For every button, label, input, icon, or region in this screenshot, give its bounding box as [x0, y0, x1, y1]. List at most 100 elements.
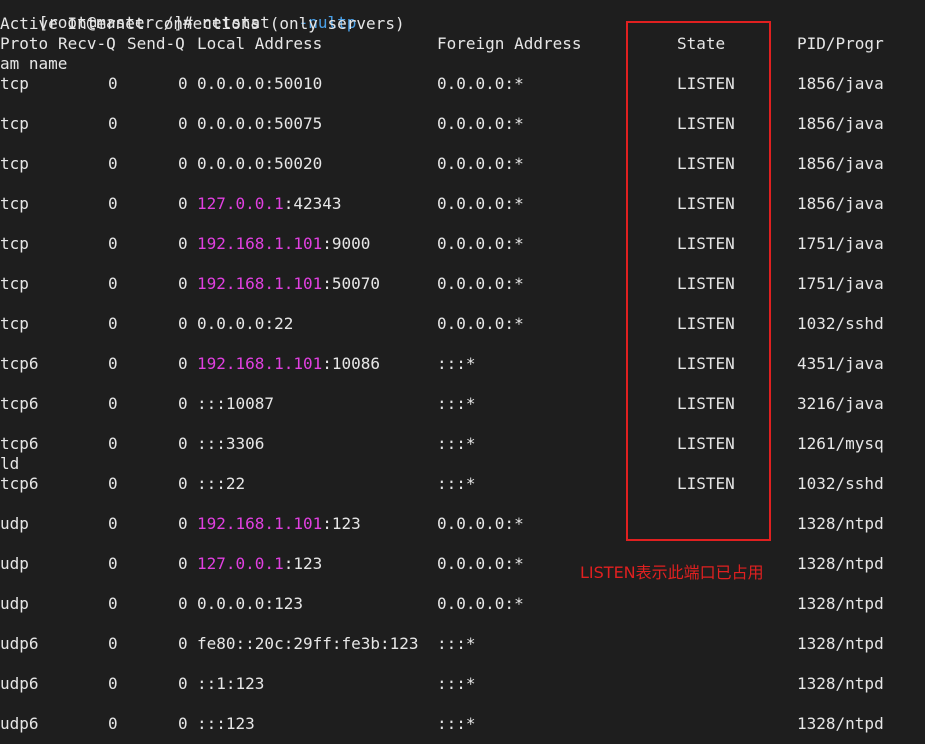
row-proto: tcp — [0, 114, 29, 133]
row-pid-program: 1751/java — [797, 274, 884, 293]
table-row: tcp6 0 0:::22:::* LISTEN 1032/sshd — [0, 474, 925, 494]
row-local-port: :123 — [322, 514, 361, 533]
row-sendq: 0 — [178, 514, 188, 533]
row-sendq: 0 — [178, 594, 188, 613]
row-proto: tcp6 — [0, 474, 39, 493]
row-sendq: 0 — [178, 274, 188, 293]
row-sendq: 0 — [178, 434, 188, 453]
header-proto: Proto — [0, 34, 49, 53]
row-foreign-address: :::* — [437, 354, 476, 373]
row-recvq: 0 — [108, 154, 118, 173]
row-proto: udp6 — [0, 674, 39, 693]
row-local-port: :22 — [264, 314, 294, 333]
row-foreign-address: 0.0.0.0:* — [437, 194, 524, 213]
row-foreign-address: :::* — [437, 634, 476, 653]
header-pid-program: PID/Progr — [797, 34, 884, 53]
row-recvq: 0 — [108, 674, 118, 693]
table-row: tcp 0 0 0.0.0.0:50020 0.0.0.0:* LISTEN 1856/ja… — [0, 154, 925, 174]
row-foreign-address: 0.0.0.0:* — [437, 314, 524, 333]
row-pid-program: 1328/ntpd — [797, 514, 884, 533]
listen-annotation: LISTEN表示此端口已占用 — [580, 563, 764, 582]
row-foreign-address: :::* — [437, 474, 476, 493]
row-recvq: 0 — [108, 114, 118, 133]
row-local-ip: 0.0.0.0 — [197, 74, 265, 93]
row-foreign-address: 0.0.0.0:* — [437, 594, 524, 613]
header-foreign-address: Foreign Address — [437, 34, 582, 53]
row-local-address: :::123 — [197, 714, 255, 734]
row-pid-program: 1328/ntpd — [797, 714, 884, 733]
row-local-port: fe80::20c:29ff:fe3b:123 — [197, 634, 419, 653]
row-pid-program: 3216/java — [797, 394, 884, 413]
row-local-port: :10086 — [322, 354, 381, 373]
row-local-address: 0.0.0.0:50010 — [197, 74, 322, 94]
row-pid-program-wrap: ld — [0, 454, 20, 473]
row-local-port: ::1:123 — [197, 674, 265, 693]
row-pid-program: 1261/mysq — [797, 434, 884, 453]
row-proto: tcp — [0, 234, 29, 253]
table-row: tcp 0 0 0.0.0.0:50010 0.0.0.0:* LISTEN 1856/ja… — [0, 74, 925, 94]
row-pid-program: 1328/ntpd — [797, 594, 884, 613]
table-row: tcp6 0 0 192.168.1.101:10086:::* LISTEN 4351/… — [0, 354, 925, 374]
row-sendq: 0 — [178, 634, 188, 653]
row-local-port: :50070 — [322, 274, 381, 293]
row-foreign-address: 0.0.0.0:* — [437, 74, 524, 93]
row-recvq: 0 — [108, 514, 118, 533]
table-header: Proto Recv-Q Send-Q Local Address Foreig… — [0, 34, 925, 54]
row-local-address: :::22 — [197, 474, 245, 494]
row-foreign-address: 0.0.0.0:* — [437, 234, 524, 253]
row-local-address: 0.0.0.0:50020 — [197, 154, 322, 174]
row-sendq: 0 — [178, 114, 188, 133]
row-local-address: :::3306 — [197, 434, 264, 454]
netstat-title: Active Internet connections (only server… — [0, 14, 405, 33]
row-foreign-address: 0.0.0.0:* — [437, 154, 524, 173]
row-recvq: 0 — [108, 274, 118, 293]
command-prompt-line: [root@master /]# netstat -nultp — [0, 0, 357, 32]
row-local-ip: 0.0.0.0 — [197, 314, 265, 333]
row-pid-program: 1328/ntpd — [797, 674, 884, 693]
row-proto: tcp — [0, 194, 29, 213]
row-foreign-address: :::* — [437, 714, 476, 733]
row-local-port: :50075 — [264, 114, 323, 133]
row-proto: tcp — [0, 154, 29, 173]
row-local-address: 127.0.0.1:42343 — [197, 194, 342, 214]
row-local-port: :::3306 — [197, 434, 265, 453]
row-recvq: 0 — [108, 194, 118, 213]
row-sendq: 0 — [178, 154, 188, 173]
row-local-port: :::123 — [197, 714, 255, 733]
row-local-ip: 0.0.0.0 — [197, 594, 265, 613]
row-local-address: 0.0.0.0:50075 — [197, 114, 322, 134]
row-recvq: 0 — [108, 354, 118, 373]
row-pid-program: 1856/java — [797, 194, 884, 213]
header-local-address: Local Address — [197, 34, 323, 53]
row-local-ip: 192.168.1.101 — [197, 354, 323, 373]
table-row: udp6 0 0 fe80::20c:29ff:fe3b:123:::* 1328/nt… — [0, 634, 925, 654]
row-local-ip: 192.168.1.101 — [197, 514, 323, 533]
row-local-ip: 192.168.1.101 — [197, 274, 323, 293]
row-proto: udp — [0, 514, 29, 533]
terminal-window[interactable]: [root@master /]# netstat -nultp Active I… — [0, 0, 925, 744]
row-local-address: 0.0.0.0:123 — [197, 594, 303, 614]
state-column-highlight-box — [626, 21, 771, 541]
row-pid-program: 4351/java — [797, 354, 884, 373]
row-local-address: 127.0.0.1:123 — [197, 554, 322, 574]
row-local-port: :42343 — [283, 194, 342, 213]
row-pid-program: 1328/ntpd — [797, 634, 884, 653]
row-sendq: 0 — [178, 394, 188, 413]
row-foreign-address: 0.0.0.0:* — [437, 274, 524, 293]
row-sendq: 0 — [178, 74, 188, 93]
row-sendq: 0 — [178, 554, 188, 573]
row-pid-program: 1856/java — [797, 154, 884, 173]
table-row: tcp 0 0 192.168.1.101:50070 0.0.0.0:* LISTEN 1… — [0, 274, 925, 294]
row-proto: tcp6 — [0, 354, 39, 373]
row-local-port: :50020 — [264, 154, 323, 173]
row-local-address: 192.168.1.101:123 — [197, 514, 361, 534]
row-recvq: 0 — [108, 314, 118, 333]
row-pid-program: 1032/sshd — [797, 474, 884, 493]
row-sendq: 0 — [178, 234, 188, 253]
table-row: tcp6 0 0:::10087:::* LISTEN 3216/java — [0, 394, 925, 414]
table-row: tcp 0 0 192.168.1.101:9000 0.0.0.0:* LISTEN 17… — [0, 234, 925, 254]
row-local-address: :::10087 — [197, 394, 274, 414]
row-proto: tcp — [0, 314, 29, 333]
row-proto: udp6 — [0, 714, 39, 733]
header-pid-program-wrap: am name — [0, 54, 68, 73]
